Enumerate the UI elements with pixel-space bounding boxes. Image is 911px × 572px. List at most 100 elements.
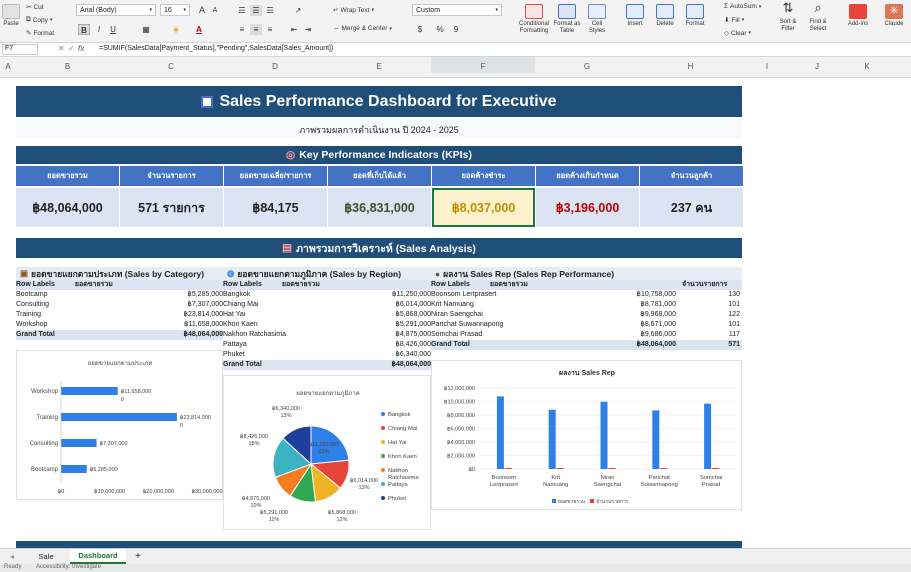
pivot-header-row: Row Labels ยอดขายรวม [223, 280, 431, 290]
kpi-value-1[interactable]: 571 รายการ [120, 188, 223, 227]
pivot-col-label[interactable]: Row Labels [16, 280, 55, 290]
rep-count-bar [660, 468, 668, 469]
kpi-value-0[interactable]: ฿48,064,000 [16, 188, 119, 227]
legend-label: Chiang Mai [388, 426, 417, 432]
legend-label: Bangkok [388, 412, 411, 418]
target-icon: ◎ [286, 149, 296, 161]
y-tick-label: ฿8,000,000 [447, 412, 475, 419]
pivot-cell: Somchai Prasad [431, 331, 483, 338]
pivot-row[interactable]: Boonsom Lertprasert ฿10,758,000 130 [431, 290, 742, 300]
dashboard-title: Sales Performance Dashboard for Executiv… [16, 86, 742, 117]
pivot-total-cell: Grand Total [16, 331, 55, 338]
category-bar [61, 387, 118, 395]
kpi-label-4: ยอดค้างชำระ [432, 166, 535, 186]
x-tick-label: Somchai [700, 475, 723, 481]
pivot-total-cell: ฿48,064,000 [391, 361, 432, 368]
legend-label: Phuket [388, 496, 406, 502]
pivot-cell: Training [16, 311, 42, 318]
pivot-cell: ฿10,758,000 [636, 291, 677, 298]
pivot-cell: Hat Yai [223, 311, 246, 318]
chart-icon: ▤ [282, 242, 293, 254]
footer-band [16, 541, 742, 548]
pivot-total-cell: 571 [728, 341, 740, 348]
rep-count-bar [608, 468, 616, 469]
rep-sales-bar [704, 403, 712, 469]
pie-data-label: ฿6,014,000 [350, 477, 378, 484]
pivot-col-label[interactable]: Row Labels [223, 280, 262, 290]
kpi-value-4[interactable]: ฿8,037,000 [432, 188, 535, 227]
kpi-value-2[interactable]: ฿84,175 [224, 188, 327, 227]
tab-dashboard[interactable]: Dashboard [70, 549, 126, 564]
category-bar [61, 439, 97, 447]
pivot-cell: ฿8,426,000 [395, 341, 431, 348]
pivot-cell: Pattaya [223, 341, 247, 348]
pivot-cell: ฿8,671,000 [640, 321, 676, 328]
chart-title: ยอดขายแยกตามประเภท [88, 360, 152, 367]
legend-label: Hat Yai [388, 440, 406, 446]
pivot-row[interactable]: Krit Namuang ฿8,781,000 101 [431, 300, 742, 310]
pivot-row[interactable]: Parichat Suwannapong ฿8,671,000 101 [431, 320, 742, 330]
x-tick-label: ฿0 [58, 488, 65, 495]
legend-swatch [381, 482, 385, 486]
legend-label: Nakhon [388, 468, 408, 474]
rep-sales-bar [496, 396, 504, 469]
pivot-cell: Bangkok [223, 291, 251, 298]
pie-data-label: 18% [248, 441, 259, 447]
legend-swatch [381, 440, 385, 444]
kpi-value-6[interactable]: 237 คน [640, 188, 743, 227]
rep-count-bar [504, 468, 512, 469]
pivot-cell: Parichat Suwannapong [431, 321, 504, 328]
pivot-row[interactable]: Khon Kaen ฿5,291,000 [223, 320, 431, 330]
tab-scroll-icon[interactable]: ◂ [4, 549, 20, 564]
pivot-cell: Chiang Mai [223, 301, 259, 308]
pivot-row[interactable]: Hat Yai ฿5,868,000 [223, 310, 431, 320]
pivot-row[interactable]: Training ฿23,814,000 [16, 310, 223, 320]
category-label: Consulting [30, 441, 58, 447]
pivot-cell: Workshop [16, 321, 48, 328]
pivot-row[interactable]: Somchai Prasad ฿9,686,000 117 [431, 330, 742, 340]
category-bar [61, 465, 87, 473]
pivot-row[interactable]: Chiang Mai ฿6,014,000 [223, 300, 431, 310]
pivot-row[interactable]: Bangkok ฿11,250,000 [223, 290, 431, 300]
region-chart[interactable]: ยอดขายแยกตามภูมิภาค ฿11,250,000 23% ฿6,014,… [223, 375, 431, 530]
accessibility-status[interactable]: Accessibility: Investigate [36, 564, 101, 570]
category-pivot-title: ▣ ยอดขายแยกตามประเภท (Sales by Category) [16, 267, 223, 280]
pivot-cell: ฿8,781,000 [640, 301, 676, 308]
pivot-row[interactable]: Workshop ฿11,658,000 [16, 320, 223, 330]
kpi-label-6: จำนวนลูกค้า [640, 166, 743, 186]
x-tick-label: ฿30,000,000 [191, 488, 222, 495]
pivot-cell: ฿5,285,000 [187, 291, 223, 298]
x-tick-label: Suwannapong [641, 482, 678, 488]
pivot-row[interactable]: Pattaya ฿8,426,000 [223, 340, 431, 350]
pivot-cell: Phuket [223, 351, 245, 358]
rep-pivot-table: Row Labels ยอดขายรวม จำนวนรายการ Boonsom Le… [431, 280, 742, 350]
pivot-row[interactable]: Niran Saengchai ฿9,968,000 122 [431, 310, 742, 320]
pivot-row[interactable]: Nakhon Ratchasima ฿4,875,000 [223, 330, 431, 340]
tab-sale[interactable]: Sale [28, 549, 64, 564]
pivot-row[interactable]: Bootcamp ฿5,285,000 [16, 290, 223, 300]
category-label: Bootcamp [31, 467, 59, 473]
x-tick-label: Prasad [702, 482, 720, 488]
pivot-col-label[interactable]: Row Labels [431, 280, 470, 290]
legend-label: จำนวนรายการ [596, 499, 629, 505]
pivot-total-cell: Grand Total [223, 361, 262, 368]
legend-swatch [381, 412, 385, 416]
category-label: Training [37, 415, 58, 421]
add-sheet-button[interactable]: + [130, 549, 146, 564]
pivot-cell: Consulting [16, 301, 50, 308]
pie-data-label: ฿5,868,000 [328, 509, 356, 516]
kpi-value-3[interactable]: ฿36,831,000 [328, 188, 431, 227]
rep-chart[interactable]: ผลงาน Sales Rep ฿0 ฿2,000,000 ฿4,000,000 ฿6,… [431, 360, 742, 510]
briefcase-icon: ▣ [20, 268, 29, 278]
pivot-row[interactable]: Phuket ฿6,340,000 [223, 350, 431, 360]
category-chart[interactable]: ยอดขายแยกตามประเภท Workshop ฿11,658,000 0 Tr… [16, 350, 223, 500]
pie-data-label: ฿5,291,000 [260, 509, 288, 516]
x-tick-label: Niran [601, 475, 615, 481]
chart-icon [201, 95, 214, 108]
pivot-row[interactable]: Consulting ฿7,307,000 [16, 300, 223, 310]
pie-data-label: ฿4,875,000 [242, 495, 270, 502]
pivot-cell: ฿5,291,000 [395, 321, 431, 328]
pivot-cell: ฿9,968,000 [640, 311, 676, 318]
kpi-value-5[interactable]: ฿3,196,000 [536, 188, 639, 227]
pie-data-label: 23% [318, 449, 329, 455]
